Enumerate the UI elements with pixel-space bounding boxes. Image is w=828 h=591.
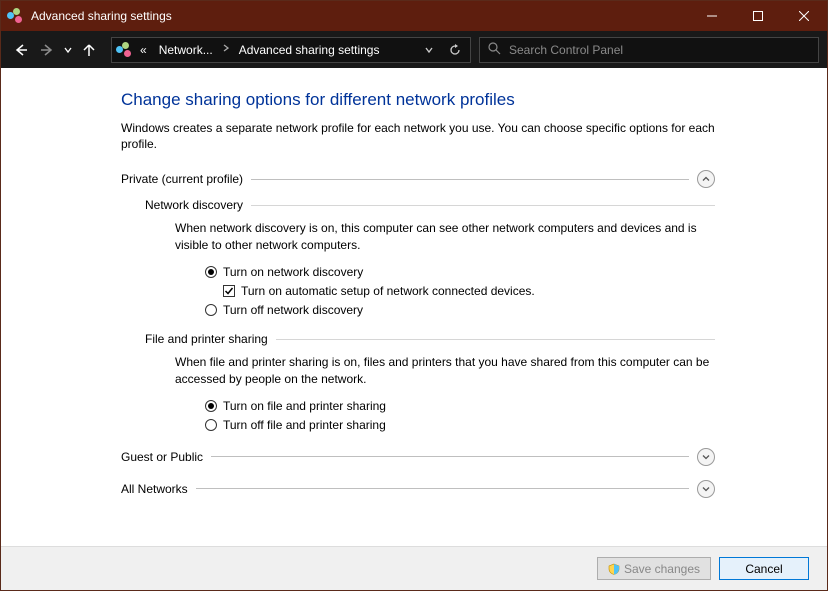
- radio-icon: [205, 304, 217, 316]
- search-box[interactable]: [479, 37, 819, 63]
- search-icon: [488, 42, 501, 58]
- control-panel-icon: [7, 8, 23, 24]
- network-discovery-title: Network discovery: [145, 198, 243, 212]
- page-description: Windows creates a separate network profi…: [121, 120, 715, 152]
- section-guest-header[interactable]: Guest or Public: [121, 448, 715, 466]
- close-button[interactable]: [781, 1, 827, 31]
- expand-icon[interactable]: [697, 480, 715, 498]
- subsection-file-printer: File and printer sharing When file and p…: [145, 332, 715, 433]
- save-label: Save changes: [624, 562, 700, 576]
- breadcrumb-current[interactable]: Advanced sharing settings: [235, 43, 384, 57]
- radio-label: Turn off file and printer sharing: [223, 417, 386, 434]
- up-button[interactable]: [77, 38, 101, 62]
- radio-discovery-on[interactable]: Turn on network discovery: [205, 264, 715, 281]
- location-icon: [116, 42, 132, 58]
- expand-icon[interactable]: [697, 448, 715, 466]
- section-private-title: Private (current profile): [121, 172, 243, 186]
- navigation-bar: « Network... Advanced sharing settings: [1, 31, 827, 68]
- maximize-button[interactable]: [735, 1, 781, 31]
- breadcrumb-separator-icon[interactable]: [221, 44, 231, 55]
- shield-icon: [608, 563, 620, 575]
- breadcrumb-network[interactable]: Network...: [155, 43, 217, 57]
- radio-file-printer-on[interactable]: Turn on file and printer sharing: [205, 398, 715, 415]
- page-heading: Change sharing options for different net…: [121, 90, 715, 110]
- search-input[interactable]: [509, 43, 810, 57]
- cancel-button[interactable]: Cancel: [719, 557, 809, 580]
- forward-button[interactable]: [35, 38, 59, 62]
- section-private-header[interactable]: Private (current profile): [121, 170, 715, 188]
- section-all-title: All Networks: [121, 482, 188, 496]
- radio-label: Turn on file and printer sharing: [223, 398, 386, 415]
- section-all-header[interactable]: All Networks: [121, 480, 715, 498]
- checkbox-icon: [223, 285, 235, 297]
- radio-discovery-off[interactable]: Turn off network discovery: [205, 302, 715, 319]
- window-title: Advanced sharing settings: [31, 9, 689, 23]
- checkbox-label: Turn on automatic setup of network conne…: [241, 283, 535, 300]
- radio-icon: [205, 266, 217, 278]
- radio-label: Turn on network discovery: [223, 264, 363, 281]
- collapse-icon[interactable]: [697, 170, 715, 188]
- minimize-button[interactable]: [689, 1, 735, 31]
- network-discovery-explain: When network discovery is on, this compu…: [175, 220, 715, 254]
- address-bar[interactable]: « Network... Advanced sharing settings: [111, 37, 471, 63]
- titlebar: Advanced sharing settings: [1, 1, 827, 31]
- breadcrumb-prefix: «: [136, 43, 151, 57]
- subsection-network-discovery: Network discovery When network discovery…: [145, 198, 715, 318]
- content-area: Change sharing options for different net…: [1, 68, 827, 590]
- radio-file-printer-off[interactable]: Turn off file and printer sharing: [205, 417, 715, 434]
- address-dropdown-icon[interactable]: [418, 46, 440, 54]
- footer: Save changes Cancel: [1, 546, 827, 590]
- back-button[interactable]: [9, 38, 33, 62]
- radio-icon: [205, 400, 217, 412]
- save-changes-button[interactable]: Save changes: [597, 557, 711, 580]
- radio-label: Turn off network discovery: [223, 302, 363, 319]
- checkbox-auto-setup[interactable]: Turn on automatic setup of network conne…: [223, 283, 715, 300]
- file-printer-explain: When file and printer sharing is on, fil…: [175, 354, 715, 388]
- section-guest-title: Guest or Public: [121, 450, 203, 464]
- recent-locations-button[interactable]: [61, 38, 75, 62]
- cancel-label: Cancel: [745, 562, 782, 576]
- radio-icon: [205, 419, 217, 431]
- refresh-button[interactable]: [444, 44, 466, 56]
- file-printer-title: File and printer sharing: [145, 332, 268, 346]
